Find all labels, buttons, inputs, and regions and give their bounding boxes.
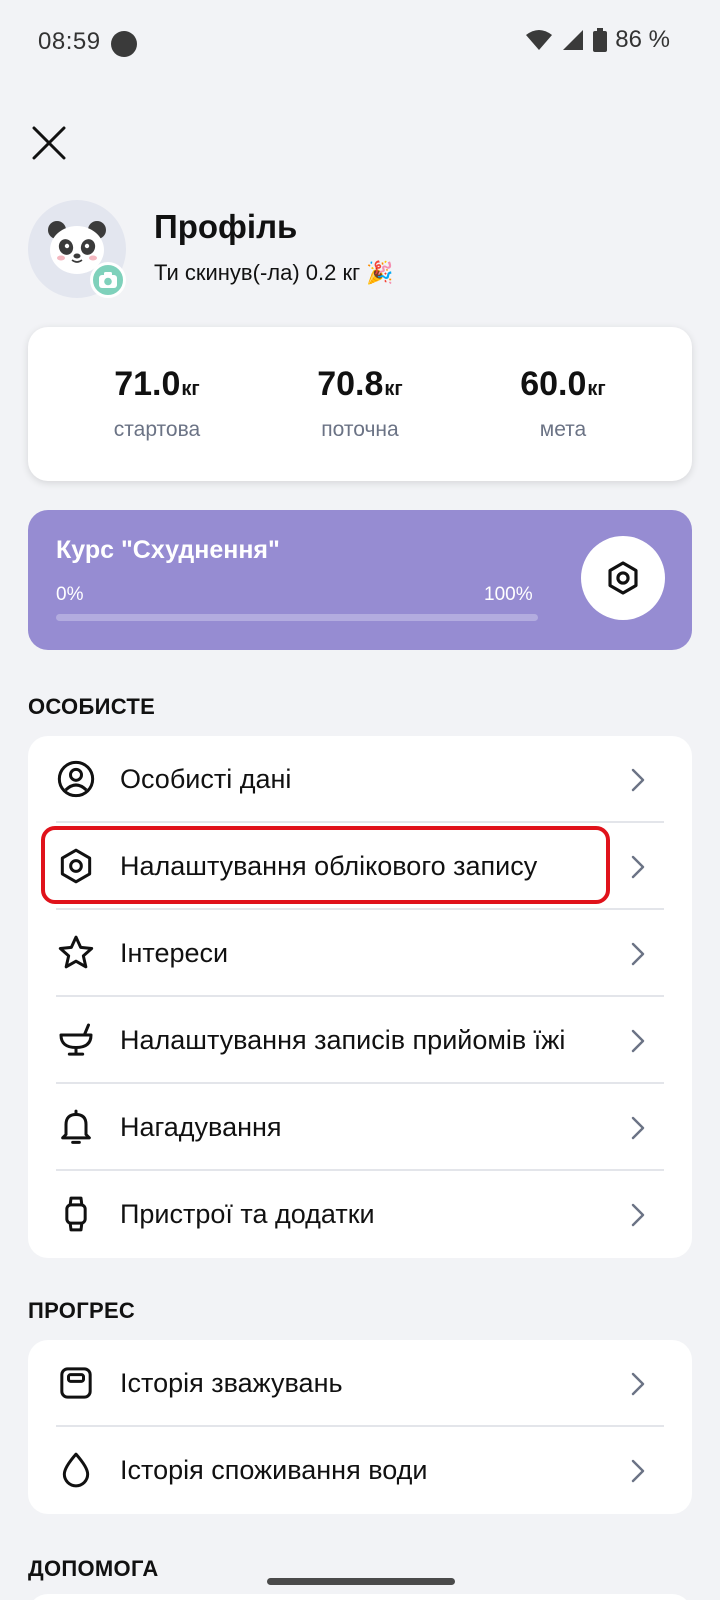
help-menu xyxy=(28,1594,692,1600)
cellular-signal-icon xyxy=(561,29,585,51)
battery-percent: 86 % xyxy=(615,26,670,53)
close-icon xyxy=(32,126,66,160)
goal-weight-value: 60.0 xyxy=(520,365,587,403)
menu-item-label: Історія зважувань xyxy=(120,1368,343,1398)
home-indicator[interactable] xyxy=(267,1578,455,1585)
status-indicators: 86 % xyxy=(525,26,670,54)
course-title: Курс "Схуднення" xyxy=(56,536,280,564)
user-circle-icon xyxy=(54,757,98,801)
start-weight-unit: кг xyxy=(181,378,200,400)
chevron-right-icon xyxy=(624,938,652,970)
start-weight: 71.0кг стартова xyxy=(57,327,257,442)
menu-item-label: Історія споживання води xyxy=(120,1455,428,1485)
progress-menu: Історія зважувань Історія споживання вод… xyxy=(28,1340,692,1514)
weight-stats-card: 71.0кг стартова 70.8кг поточна 60.0кг ме… xyxy=(28,327,692,481)
section-title-personal: ОСОБИСТЕ xyxy=(28,694,156,719)
chevron-right-icon xyxy=(624,764,652,796)
menu-item-interests[interactable]: Інтереси xyxy=(28,910,692,997)
chevron-right-icon xyxy=(624,1368,652,1400)
notification-dot-icon xyxy=(111,31,137,57)
current-weight-label: поточна xyxy=(321,418,399,441)
status-bar: 08:59 86 % xyxy=(0,0,720,90)
battery-icon xyxy=(593,28,608,52)
gear-icon xyxy=(608,561,638,595)
current-weight-value: 70.8 xyxy=(317,365,384,403)
page-title: Профіль xyxy=(154,208,298,245)
course-progress-start: 0% xyxy=(56,584,84,605)
chevron-right-icon xyxy=(624,1025,652,1057)
menu-item-water-history[interactable]: Історія споживання води xyxy=(28,1427,692,1514)
menu-item-label: Нагадування xyxy=(120,1112,282,1142)
course-card[interactable]: Курс "Схуднення" 0% 100% xyxy=(28,510,692,650)
menu-item-label: Налаштування записів прийомів їжі xyxy=(120,1025,566,1055)
gear-icon xyxy=(54,844,98,888)
scale-icon xyxy=(54,1361,98,1405)
chevron-right-icon xyxy=(624,1455,652,1487)
menu-item-meal-settings[interactable]: Налаштування записів прийомів їжі xyxy=(28,997,692,1084)
change-photo-button[interactable] xyxy=(90,262,126,298)
menu-item-personal-data[interactable]: Особисті дані xyxy=(28,736,692,823)
wifi-icon xyxy=(525,29,553,51)
star-icon xyxy=(54,931,98,975)
course-settings-button[interactable] xyxy=(581,536,665,620)
watch-icon xyxy=(54,1192,98,1236)
menu-item-label: Особисті дані xyxy=(120,764,292,794)
course-progress-bar xyxy=(56,614,538,621)
menu-item-devices[interactable]: Пристрої та додатки xyxy=(28,1171,692,1258)
start-weight-label: стартова xyxy=(113,418,201,441)
menu-item-weigh-history[interactable]: Історія зважувань xyxy=(28,1340,692,1427)
chevron-right-icon xyxy=(624,1199,652,1231)
goal-weight-label: мета xyxy=(539,418,587,441)
menu-item-label: Інтереси xyxy=(120,938,229,968)
water-drop-icon xyxy=(54,1448,98,1492)
status-time: 08:59 xyxy=(38,28,101,55)
camera-icon xyxy=(99,272,117,288)
current-weight: 70.8кг поточна xyxy=(260,327,460,442)
section-title-progress: ПРОГРЕС xyxy=(28,1298,136,1323)
start-weight-value: 71.0 xyxy=(114,365,181,403)
menu-item-label: Налаштування облікового запису xyxy=(120,851,538,881)
close-button[interactable] xyxy=(26,120,72,166)
personal-menu: Особисті дані Налаштування облікового за… xyxy=(28,736,692,1258)
weight-loss-summary: Ти скинув(-ла) 0.2 кг 🎉 xyxy=(154,260,394,285)
bowl-icon xyxy=(54,1018,98,1062)
menu-item-reminders[interactable]: Нагадування xyxy=(28,1084,692,1171)
bell-icon xyxy=(54,1105,98,1149)
chevron-right-icon xyxy=(624,851,652,883)
current-weight-unit: кг xyxy=(384,378,403,400)
menu-item-account-settings[interactable]: Налаштування облікового запису xyxy=(28,823,692,910)
chevron-right-icon xyxy=(624,1112,652,1144)
course-progress-end: 100% xyxy=(484,584,533,605)
goal-weight: 60.0кг мета xyxy=(463,327,663,442)
goal-weight-unit: кг xyxy=(587,378,606,400)
menu-item-label: Пристрої та додатки xyxy=(120,1199,375,1229)
section-title-help: ДОПОМОГА xyxy=(28,1556,159,1581)
